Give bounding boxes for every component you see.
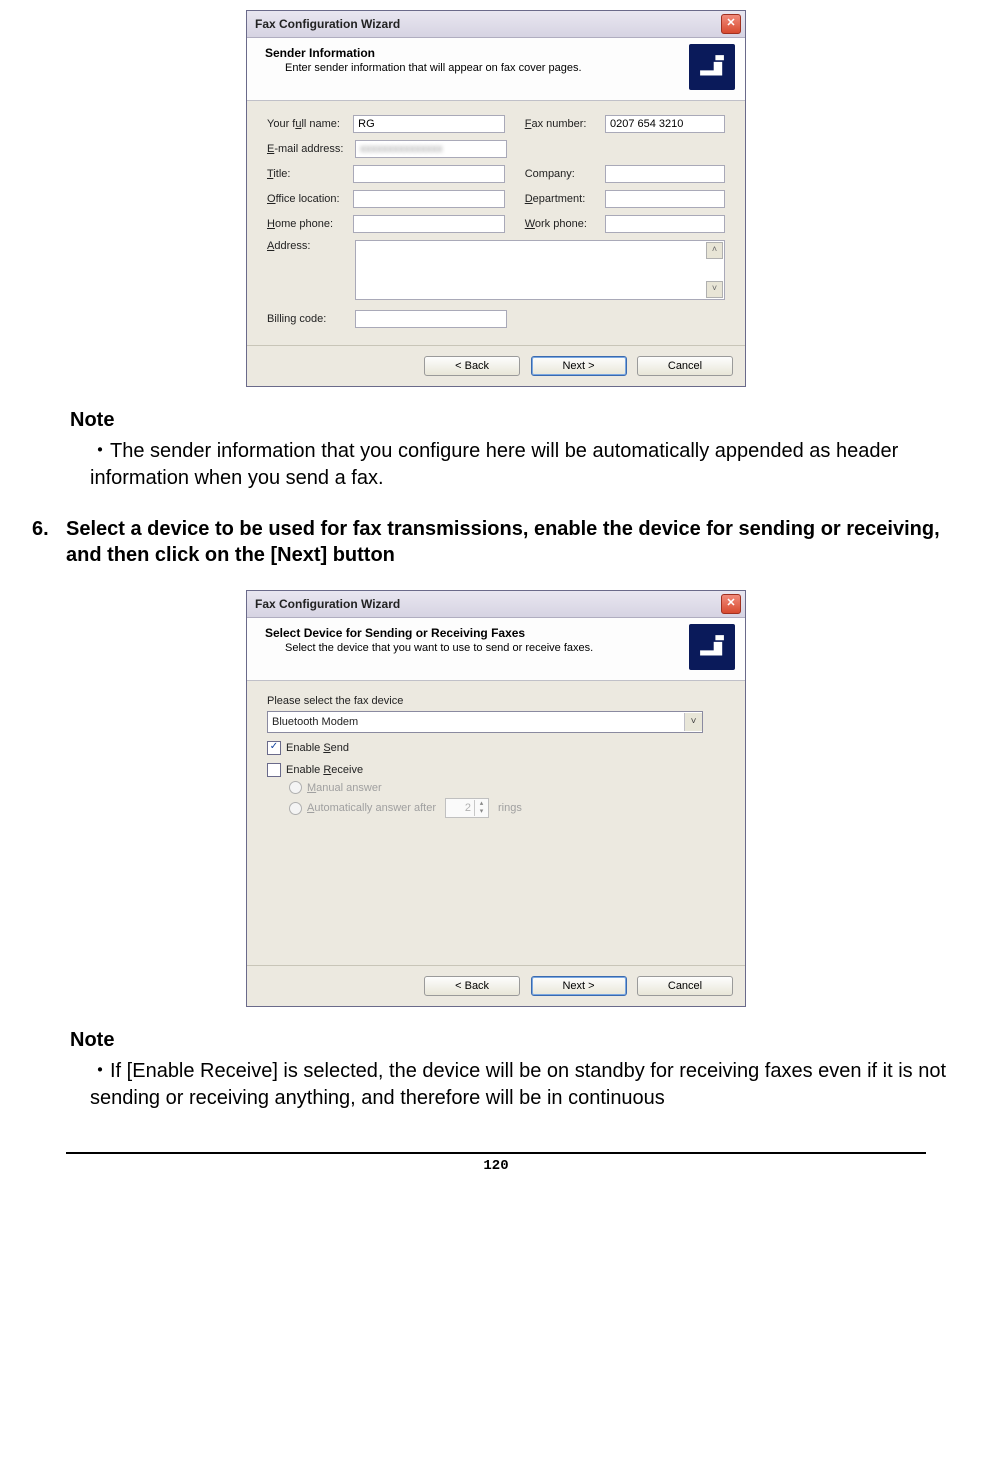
spin-up-icon: ▴ — [474, 800, 488, 808]
button-row: < Back Next > Cancel — [247, 965, 745, 1006]
titlebar: Fax Configuration Wizard ✕ — [247, 11, 745, 38]
fax-wizard-sender-dialog: Fax Configuration Wizard ✕ Sender Inform… — [246, 10, 746, 387]
button-row: < Back Next > Cancel — [247, 345, 745, 386]
form-body: Your full name: Fax number: E-mail addre… — [247, 101, 745, 345]
department-label: Department: — [525, 193, 605, 205]
back-button[interactable]: < Back — [424, 976, 520, 996]
title-input[interactable] — [353, 165, 505, 183]
office-input[interactable] — [353, 190, 505, 208]
address-label: Address: — [267, 240, 355, 252]
banner-title: Sender Information — [265, 46, 735, 60]
enable-send-checkbox[interactable]: ✓ Enable Send — [267, 741, 725, 755]
email-label: E-mail address: — [267, 143, 355, 155]
banner: Sender Information Enter sender informat… — [247, 38, 745, 101]
step-number: 6. — [32, 516, 56, 568]
home-phone-label: Home phone: — [267, 218, 353, 230]
form-body: Please select the fax device Bluetooth M… — [247, 681, 745, 965]
banner-subtitle: Enter sender information that will appea… — [265, 60, 735, 74]
banner-subtitle: Select the device that you want to use t… — [265, 640, 735, 654]
scroll-down-icon[interactable]: ˅ — [706, 281, 723, 298]
select-value: Bluetooth Modem — [272, 716, 358, 728]
billing-input[interactable] — [355, 310, 507, 328]
banner-title: Select Device for Sending or Receiving F… — [265, 626, 735, 640]
radio-icon — [289, 781, 302, 794]
fax-icon — [689, 44, 735, 90]
enable-receive-checkbox[interactable]: Enable Receive — [267, 763, 725, 777]
department-input[interactable] — [605, 190, 725, 208]
rings-spinner: 2 ▴▾ — [445, 798, 489, 818]
fax-icon — [689, 624, 735, 670]
step-text: Select a device to be used for fax trans… — [66, 516, 972, 568]
checkbox-icon: ✓ — [267, 741, 281, 755]
checkbox-icon — [267, 763, 281, 777]
fax-number-label: Fax number: — [525, 118, 605, 130]
dialog-title: Fax Configuration Wizard — [255, 17, 400, 31]
manual-answer-radio: Manual answer — [289, 781, 725, 794]
titlebar: Fax Configuration Wizard ✕ — [247, 591, 745, 618]
address-textarea[interactable]: ˄ ˅ — [355, 240, 725, 300]
next-button[interactable]: Next > — [531, 976, 627, 996]
close-icon[interactable]: ✕ — [721, 594, 741, 614]
close-icon[interactable]: ✕ — [721, 14, 741, 34]
step-6: 6. Select a device to be used for fax tr… — [0, 516, 992, 568]
next-button[interactable]: Next > — [531, 356, 627, 376]
note-body: ・The sender information that you configu… — [70, 438, 972, 492]
spin-down-icon: ▾ — [474, 808, 488, 816]
home-phone-input[interactable] — [353, 215, 505, 233]
office-label: Office location: — [267, 193, 353, 205]
fax-number-input[interactable] — [605, 115, 725, 133]
work-phone-label: Work phone: — [525, 218, 605, 230]
scroll-up-icon[interactable]: ˄ — [706, 242, 723, 259]
company-label: Company: — [525, 168, 605, 180]
back-button[interactable]: < Back — [424, 356, 520, 376]
title-label: Title: — [267, 168, 353, 180]
banner: Select Device for Sending or Receiving F… — [247, 618, 745, 681]
note-heading: Note — [70, 1027, 972, 1054]
full-name-input[interactable] — [353, 115, 505, 133]
note-heading: Note — [70, 407, 972, 434]
cancel-button[interactable]: Cancel — [637, 356, 733, 376]
note-body: ・If [Enable Receive] is selected, the de… — [70, 1058, 972, 1112]
page-number: 120 — [0, 1154, 992, 1194]
cancel-button[interactable]: Cancel — [637, 976, 733, 996]
work-phone-input[interactable] — [605, 215, 725, 233]
auto-answer-radio: Automatically answer after 2 ▴▾ rings — [289, 798, 725, 818]
company-input[interactable] — [605, 165, 725, 183]
chevron-down-icon[interactable]: ˅ — [684, 713, 702, 731]
fax-device-select[interactable]: Bluetooth Modem ˅ — [267, 711, 703, 733]
radio-icon — [289, 802, 302, 815]
fax-wizard-device-dialog: Fax Configuration Wizard ✕ Select Device… — [246, 590, 746, 1007]
dialog-title: Fax Configuration Wizard — [255, 597, 400, 611]
full-name-label: Your full name: — [267, 118, 353, 130]
billing-label: Billing code: — [267, 313, 355, 325]
email-input[interactable]: xxxxxxxxxxxxxxx — [355, 140, 507, 158]
select-label: Please select the fax device — [267, 695, 725, 707]
